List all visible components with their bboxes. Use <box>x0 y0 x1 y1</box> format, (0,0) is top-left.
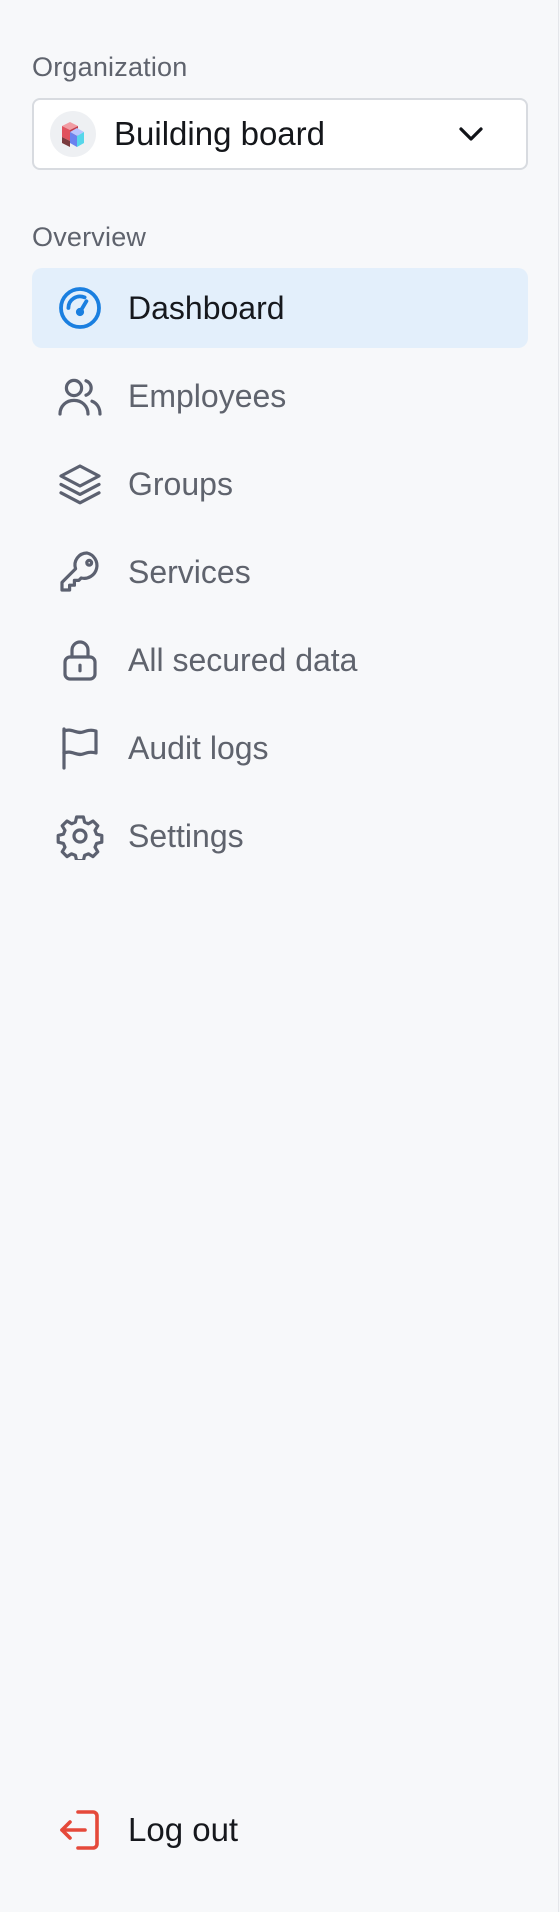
layers-icon <box>56 460 104 508</box>
organization-section-label: Organization <box>32 52 188 82</box>
nav-item-groups[interactable]: Groups <box>32 444 528 524</box>
logout-icon <box>56 1806 104 1854</box>
key-icon <box>56 548 104 596</box>
nav-item-all-secured-data[interactable]: All secured data <box>32 620 528 700</box>
logout-label: Log out <box>128 1811 239 1848</box>
nav-item-label: Services <box>128 553 251 590</box>
nav-item-label: Groups <box>128 465 233 502</box>
gear-icon <box>56 812 104 860</box>
overview-section-label: Overview <box>32 222 147 252</box>
overview-nav: Dashboard Employees Groups Services All … <box>32 268 528 884</box>
lock-icon <box>56 636 104 684</box>
nav-item-label: Employees <box>128 377 287 414</box>
logout-button[interactable]: Log out <box>32 1790 528 1870</box>
organization-select[interactable]: Building board <box>32 98 528 170</box>
nav-item-label: Dashboard <box>128 289 285 326</box>
nav-item-settings[interactable]: Settings <box>32 796 528 876</box>
organization-logo <box>50 111 96 157</box>
nav-item-employees[interactable]: Employees <box>32 356 528 436</box>
sidebar: Organization Building board Overview Das… <box>0 0 559 1912</box>
chevron-down-icon <box>454 117 488 151</box>
nav-item-audit-logs[interactable]: Audit logs <box>32 708 528 788</box>
nav-item-label: Audit logs <box>128 729 269 766</box>
flag-icon <box>56 724 104 772</box>
users-icon <box>56 372 104 420</box>
nav-item-dashboard[interactable]: Dashboard <box>32 268 528 348</box>
nav-item-label: All secured data <box>128 641 358 678</box>
gauge-icon <box>56 284 104 332</box>
nav-item-label: Settings <box>128 817 244 854</box>
nav-item-services[interactable]: Services <box>32 532 528 612</box>
organization-name: Building board <box>114 115 325 152</box>
